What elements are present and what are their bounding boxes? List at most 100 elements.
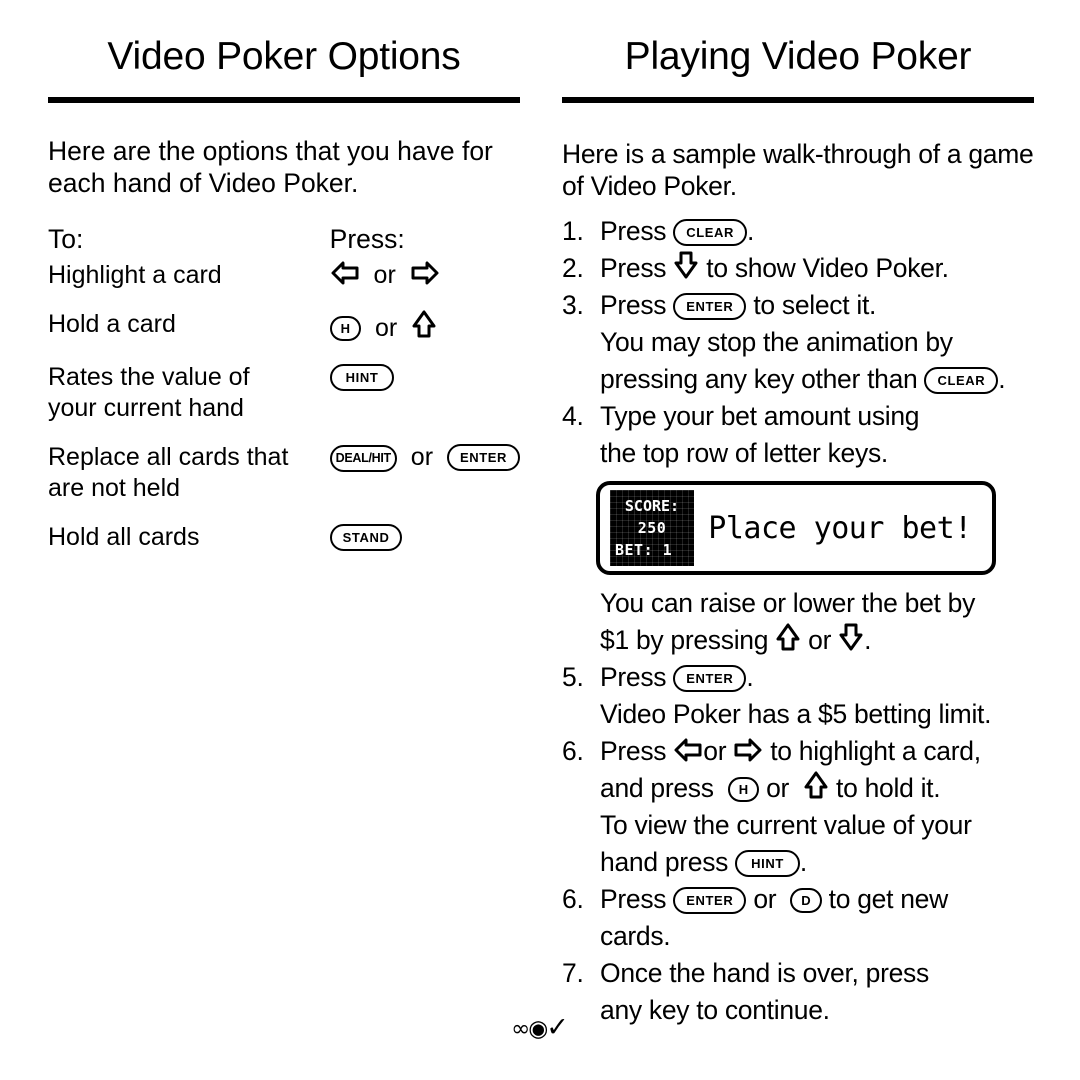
step-4-text1: Type your bet amount using	[600, 401, 920, 431]
step-6b-post: to get new	[828, 884, 949, 914]
step-6a-note-line2-pre: hand press	[600, 847, 729, 877]
lcd-display: SCORE: 250 BET: 1 Place your bet!	[596, 481, 996, 575]
key-enter[interactable]: ENTER	[446, 444, 520, 471]
step-3-note-line2-pre: pressing any key other than	[600, 364, 918, 394]
step-6b-line2: cards.	[600, 921, 671, 951]
step-6b: 6. Press ENTER or Dto get new cards.	[562, 881, 1034, 955]
step-6a-mid: or	[703, 736, 727, 766]
key-enter[interactable]: ENTER	[673, 887, 747, 914]
or-label-2: or	[368, 314, 405, 342]
step-1-line: 1. Press CLEAR.	[562, 213, 1034, 250]
table-row: Highlight a card or	[48, 260, 520, 309]
right-intro-line1: Here is a sample walk-through of a game	[562, 139, 1034, 169]
lcd-status-box: SCORE: 250 BET: 1	[610, 490, 694, 566]
right-intro-paragraph: Here is a sample walk-through of a game …	[562, 138, 1034, 202]
right-intro-line2: of Video Poker.	[562, 171, 737, 201]
key-stand[interactable]: STAND	[329, 524, 403, 551]
step-4-note-line2: $1 by pressing or.	[600, 622, 1034, 659]
table-row: Rates the value of your current hand HIN…	[48, 362, 520, 442]
step-5-post: .	[746, 662, 754, 692]
up-arrow-icon	[803, 770, 829, 800]
key-clear[interactable]: CLEAR	[924, 367, 999, 394]
key-h[interactable]: H	[329, 316, 362, 341]
right-column-title: Playing Video Poker	[624, 35, 972, 78]
up-arrow-icon	[411, 309, 437, 339]
step-1-post: .	[747, 216, 755, 246]
down-arrow-icon	[838, 622, 864, 652]
step-3-note: You may stop the animation by pressing a…	[562, 324, 1034, 398]
key-d[interactable]: D	[790, 888, 822, 913]
step-3-note-line2: pressing any key other than CLEAR.	[600, 361, 1034, 398]
step-6a-l2-pre: and press	[600, 773, 714, 803]
walkthrough-steps: 1. Press CLEAR. 2. Press to show Video Poker…	[562, 213, 1034, 1029]
table-header-press: Press:	[329, 224, 405, 254]
option-action-hold-all: Hold all cards	[48, 523, 200, 551]
step-6a-number: 6.	[562, 736, 584, 766]
lcd-score-label: SCORE:	[624, 497, 680, 515]
step-2-number: 2.	[562, 253, 584, 283]
right-arrow-icon	[410, 260, 440, 286]
step-3-pre: Press	[600, 290, 667, 320]
footer-mark: ∞◉✓	[0, 1014, 1080, 1041]
step-2-post: to show Video Poker.	[706, 253, 949, 283]
lcd-bet-line: BET: 1	[615, 541, 673, 559]
step-1-number: 1.	[562, 216, 584, 246]
key-enter[interactable]: ENTER	[673, 665, 747, 692]
step-4: 4. Type your bet amount using the top row…	[562, 398, 1034, 472]
step-4-line1: 4. Type your bet amount using	[562, 398, 1034, 435]
step-5-line: 5. Press ENTER.	[562, 659, 1034, 696]
step-6a-note-line2: hand press HINT.	[600, 844, 1034, 881]
option-keys-hold-card: H or	[326, 309, 520, 362]
left-arrow-icon	[673, 737, 703, 763]
step-3-note-line2-post: .	[998, 364, 1006, 394]
option-action-rate-hand: Rates the value of your current hand	[48, 362, 326, 442]
step-5-number: 5.	[562, 662, 584, 692]
step-6a-l2-post: to hold it.	[836, 773, 941, 803]
left-column-title: Video Poker Options	[107, 35, 461, 78]
step-5-note: Video Poker has a $5 betting limit.	[562, 696, 1034, 733]
step-3-post: to select it.	[753, 290, 877, 320]
step-5-note-line1: Video Poker has a $5 betting limit.	[600, 699, 992, 729]
step-7-text1: Once the hand is over, press	[600, 958, 929, 988]
option-action-highlight-card: Highlight a card	[48, 261, 222, 289]
key-h[interactable]: H	[727, 777, 760, 802]
right-arrow-icon	[733, 737, 763, 763]
step-6b-line1: 6. Press ENTER or Dto get new	[562, 881, 1034, 918]
step-6a-note: To view the current value of your hand p…	[562, 807, 1034, 881]
step-7-line1: 7. Once the hand is over, press	[562, 955, 1034, 992]
step-1: 1. Press CLEAR.	[562, 213, 1034, 250]
option-action-rate-hand-line1: Rates the value of	[48, 363, 250, 391]
step-7-number: 7.	[562, 958, 584, 988]
step-6a-line1: 6. Press or to highlight a card,	[562, 733, 1034, 770]
step-4-line2: the top row of letter keys.	[600, 438, 888, 468]
key-deal-hit[interactable]: DEAL/HIT	[329, 445, 397, 472]
step-1-pre: Press	[600, 216, 667, 246]
option-action-replace-cards-line1: Replace all cards that	[48, 443, 289, 471]
option-action-replace-cards-line2: are not held	[48, 474, 181, 502]
step-2: 2. Press to show Video Poker.	[562, 250, 1034, 287]
step-6a-line2: and press Hor to hold it.	[562, 770, 1034, 807]
footer-ornament-icon: ∞◉	[511, 1016, 548, 1042]
lcd-screenshot-wrapper: SCORE: 250 BET: 1 Place your bet!	[562, 481, 1034, 575]
step-6a-note-line1: To view the current value of your	[600, 810, 972, 840]
option-keys-hold-all: STAND	[326, 522, 520, 553]
option-keys-replace-cards: DEAL/HIT or ENTER	[326, 442, 520, 522]
table-header-to: To:	[48, 224, 84, 254]
step-6a: 6. Press or to highlight a card, and press H…	[562, 733, 1034, 807]
step-6a-pre: Press	[600, 736, 667, 766]
left-arrow-icon	[330, 260, 360, 286]
option-action-replace-cards: Replace all cards that are not held	[48, 442, 326, 522]
checkmark-icon: ✓	[546, 1012, 569, 1043]
key-clear[interactable]: CLEAR	[673, 219, 748, 246]
or-label-3: or	[403, 443, 440, 471]
key-hint[interactable]: HINT	[735, 850, 800, 877]
key-hint[interactable]: HINT	[329, 364, 395, 391]
table-row: Replace all cards that are not held DEAL…	[48, 442, 520, 522]
or-label-1: or	[366, 261, 403, 289]
table-row: Hold all cards STAND	[48, 522, 520, 553]
step-5-pre: Press	[600, 662, 667, 692]
table-header-row: To: Press:	[48, 222, 520, 260]
option-action-rate-hand-line2: your current hand	[48, 394, 244, 422]
step-4-note-mid: or	[808, 625, 832, 655]
key-enter[interactable]: ENTER	[673, 293, 747, 320]
